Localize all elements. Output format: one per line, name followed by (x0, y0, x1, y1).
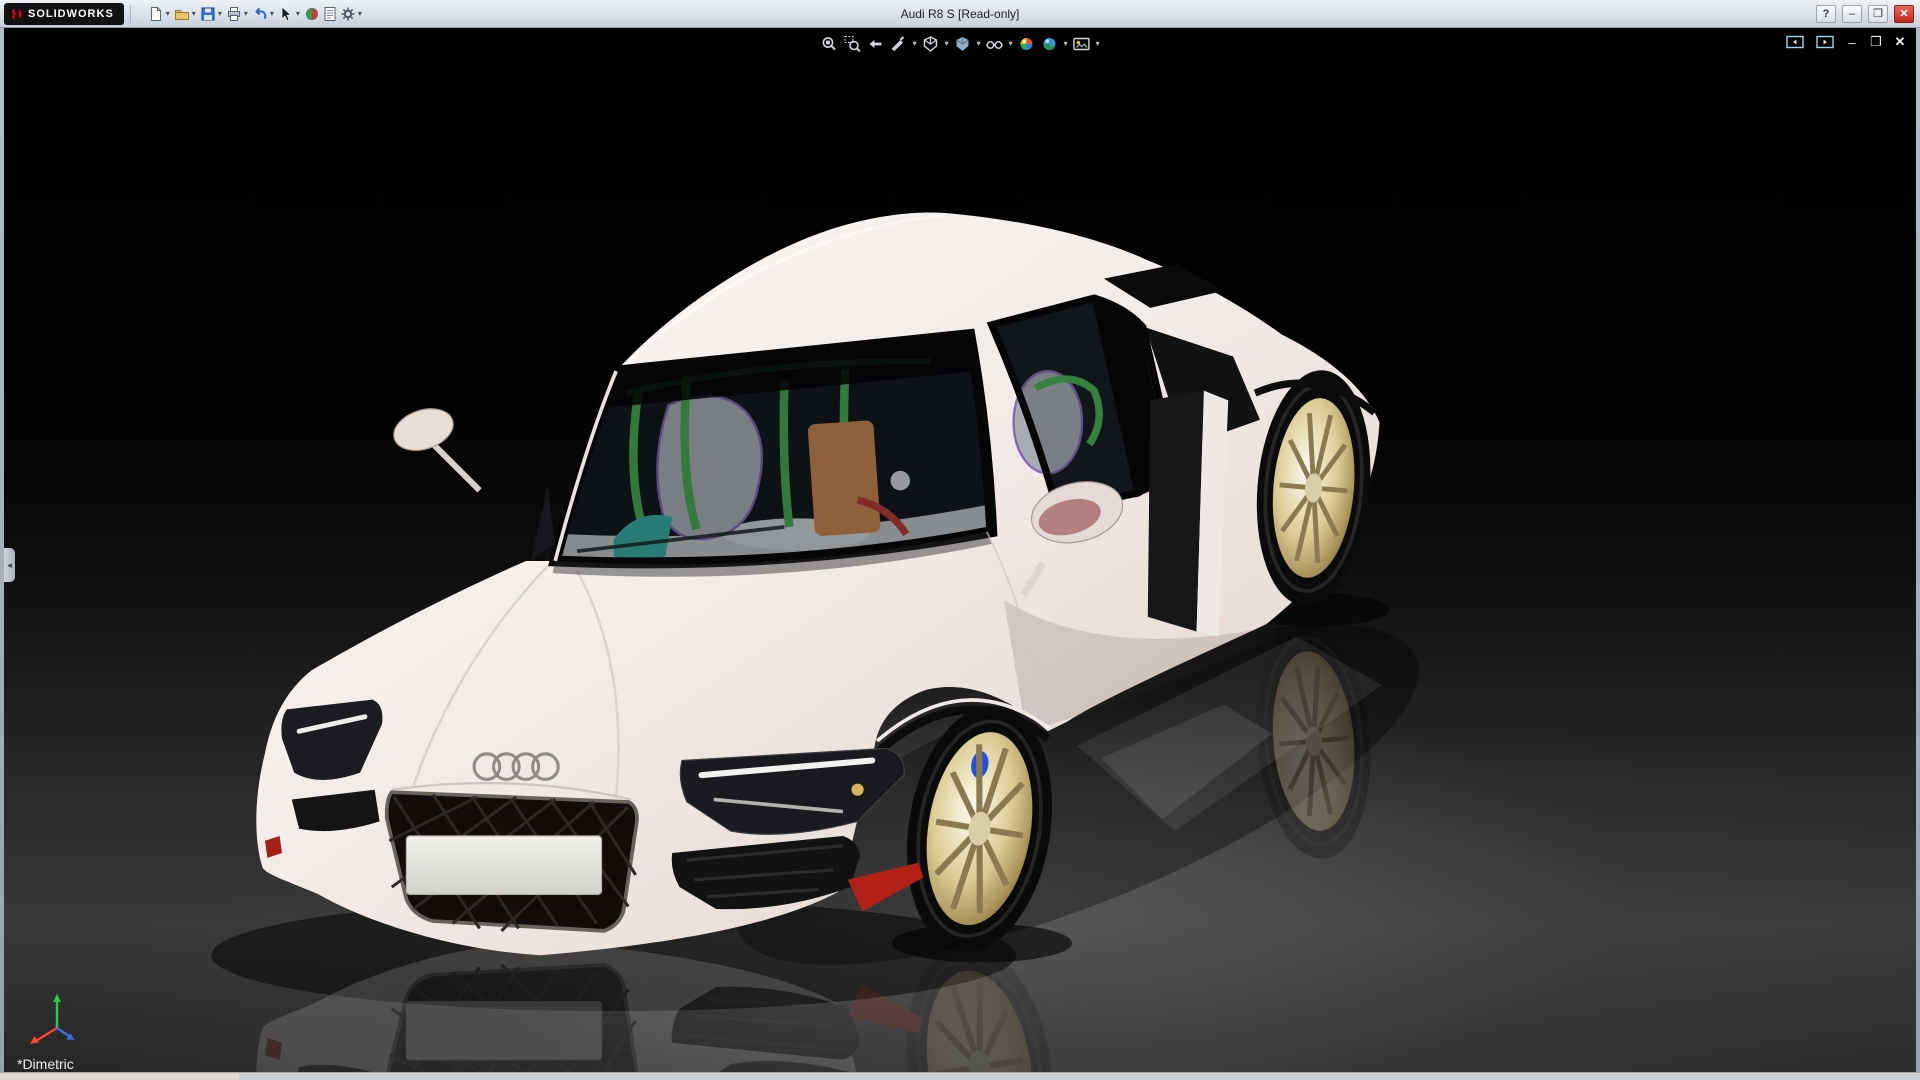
help-button[interactable]: ? (1816, 5, 1836, 23)
options-button[interactable] (339, 4, 357, 24)
view-orientation-label: *Dimetric (17, 1056, 74, 1072)
status-strip-segment (239, 1074, 1920, 1080)
title-bar: SOLIDWORKS ▾ ▾ ▾ ▾ ▾ ▾ ▾ Audi R8 S [Read… (0, 0, 1920, 28)
dropdown-arrow-icon[interactable]: ▾ (296, 9, 300, 18)
dropdown-arrow-icon[interactable]: ▾ (218, 9, 222, 18)
minimize-button[interactable]: – (1842, 5, 1862, 23)
dropdown-arrow-icon[interactable]: ▾ (1096, 40, 1100, 48)
orientation-triad (30, 994, 75, 1044)
select-cursor-icon (281, 5, 292, 21)
pane-split-left-button[interactable] (1784, 32, 1806, 52)
document-restore-button[interactable]: ❐ (1868, 34, 1884, 50)
model-render[interactable] (4, 28, 1916, 1072)
dropdown-arrow-icon[interactable]: ▾ (270, 9, 274, 18)
dropdown-arrow-icon[interactable]: ▾ (166, 9, 170, 18)
pane-split-right-button[interactable] (1814, 32, 1836, 52)
solidworks-brand: SOLIDWORKS (28, 7, 114, 20)
zoom-to-area-icon (844, 36, 861, 53)
edit-appearance-button[interactable] (1016, 33, 1038, 55)
collapse-arrow-icon: ◂ (7, 559, 12, 570)
zoom-to-area-button[interactable] (841, 33, 863, 55)
solidworks-logo: SOLIDWORKS (4, 2, 124, 25)
hide-show-glasses-icon (986, 41, 1003, 49)
heads-up-view-toolbar: ▾ ▾ ▾ ▾ ▾ ▾ (818, 33, 1101, 55)
view-orientation-button[interactable] (919, 33, 941, 55)
edit-color-button[interactable] (303, 4, 321, 24)
file-properties-button[interactable] (321, 4, 339, 24)
dropdown-arrow-icon[interactable]: ▾ (358, 9, 362, 18)
dropdown-arrow-icon[interactable]: ▾ (976, 40, 980, 48)
window-frame-left (0, 28, 4, 1072)
zoom-to-fit-icon (822, 37, 836, 51)
document-close-button[interactable]: ✕ (1892, 34, 1908, 50)
solidworks-logo-icon (11, 8, 22, 19)
dropdown-arrow-icon[interactable]: ▾ (944, 40, 948, 48)
undo-button[interactable] (251, 4, 269, 24)
undo-icon (254, 7, 267, 19)
view-settings-icon (1073, 37, 1090, 51)
save-button[interactable] (199, 4, 217, 24)
section-view-button[interactable] (887, 33, 909, 55)
view-orientation-cube-icon (923, 36, 938, 52)
select-button[interactable] (277, 4, 295, 24)
document-window-controls: – ❐ ✕ (1784, 32, 1908, 52)
apply-scene-button[interactable] (1039, 33, 1061, 55)
edit-appearance-icon (1020, 38, 1033, 50)
section-view-icon (891, 36, 905, 51)
pane-split-left-icon (1786, 35, 1804, 49)
display-style-icon (956, 37, 969, 51)
view-settings-button[interactable] (1071, 33, 1093, 55)
new-document-button[interactable] (147, 4, 165, 24)
dropdown-arrow-icon[interactable]: ▾ (1009, 40, 1013, 48)
zoom-to-fit-button[interactable] (818, 33, 840, 55)
pane-split-right-icon (1816, 35, 1834, 49)
display-style-button[interactable] (951, 33, 973, 55)
close-button[interactable]: ✕ (1894, 5, 1914, 23)
dropdown-arrow-icon[interactable]: ▾ (912, 40, 916, 48)
dropdown-arrow-icon[interactable]: ▾ (244, 9, 248, 18)
window-controls: ? – ❒ ✕ (1816, 0, 1914, 28)
print-icon (227, 6, 240, 21)
print-button[interactable] (225, 4, 243, 24)
toolbar-separator (129, 4, 131, 23)
dropdown-arrow-icon[interactable]: ▾ (1064, 40, 1068, 48)
document-minimize-button[interactable]: – (1844, 35, 1860, 50)
status-strip (0, 1072, 1920, 1080)
open-folder-icon (174, 9, 189, 20)
options-gear-icon (341, 7, 355, 20)
previous-view-button[interactable] (864, 33, 886, 55)
window-frame-right (1916, 28, 1920, 1072)
maximize-button[interactable]: ❒ (1868, 5, 1888, 23)
apply-scene-icon (1043, 38, 1056, 50)
open-button[interactable] (173, 4, 191, 24)
save-icon (201, 7, 215, 20)
previous-view-icon (869, 40, 882, 48)
graphics-viewport[interactable]: ▾ ▾ ▾ ▾ ▾ ▾ – ❐ ✕ ◂ *Dimetric (4, 28, 1916, 1072)
file-properties-icon (324, 6, 336, 21)
edit-color-icon (305, 7, 318, 20)
new-document-icon (150, 6, 161, 21)
dropdown-arrow-icon[interactable]: ▾ (192, 9, 196, 18)
standard-toolbar: ▾ ▾ ▾ ▾ ▾ ▾ ▾ (147, 4, 365, 24)
feature-manager-collapse-tab[interactable]: ◂ (4, 548, 15, 582)
window-title: Audi R8 S [Read-only] (900, 6, 1020, 21)
hide-show-items-button[interactable] (984, 33, 1006, 55)
